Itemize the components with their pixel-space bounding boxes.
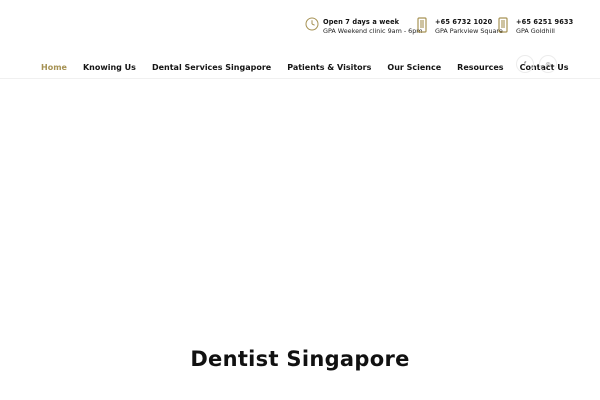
clock-icon — [305, 17, 319, 33]
phone-icon — [498, 17, 512, 33]
contact-goldhill[interactable]: +65 6251 9633 GPA Goldhill — [498, 17, 573, 36]
main-navigation: Home Knowing Us Dental Services Singapor… — [0, 54, 600, 78]
parkview-location: GPA Parkview Square — [435, 27, 503, 35]
opening-hours-subtitle: GPA Weekend clinic 9am - 6pm — [323, 27, 423, 35]
phone-icon — [417, 17, 431, 33]
facebook-icon[interactable]: f — [516, 55, 534, 73]
nav-item-our-science[interactable]: Our Science — [387, 63, 441, 72]
page: Open 7 days a week GPA Weekend clinic 9a… — [0, 0, 600, 400]
nav-menu: Home Knowing Us Dental Services Singapor… — [41, 54, 584, 74]
nav-item-dental-services[interactable]: Dental Services Singapore — [152, 63, 271, 72]
nav-item-resources[interactable]: Resources — [457, 63, 503, 72]
header-info-strip: Open 7 days a week GPA Weekend clinic 9a… — [0, 0, 600, 48]
contact-parkview[interactable]: +65 6732 1020 GPA Parkview Square — [417, 17, 503, 36]
nav-item-home[interactable]: Home — [41, 63, 67, 72]
goldhill-location: GPA Goldhill — [516, 27, 555, 35]
hero-title: Dentist Singapore — [190, 347, 410, 371]
hero-section: Dentist Singapore — [0, 79, 600, 400]
nav-item-knowing-us[interactable]: Knowing Us — [83, 63, 136, 72]
opening-hours-info: Open 7 days a week GPA Weekend clinic 9a… — [305, 17, 423, 36]
instagram-icon[interactable]: ◎ — [539, 55, 557, 73]
nav-item-patients-visitors[interactable]: Patients & Visitors — [287, 63, 371, 72]
